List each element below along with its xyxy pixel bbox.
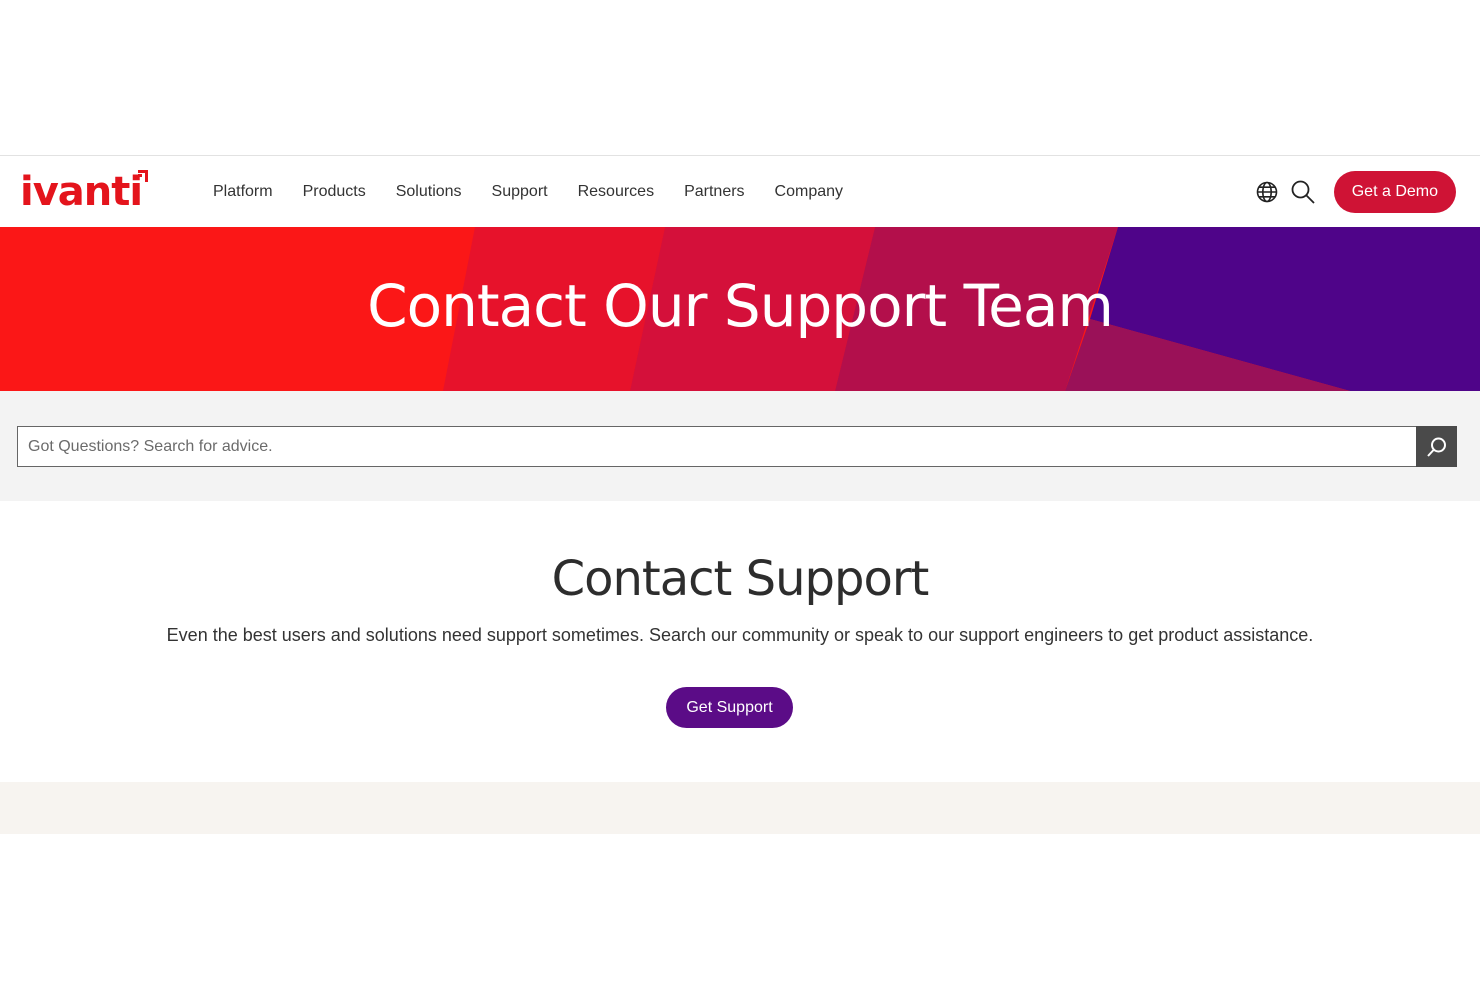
search-icon[interactable] (1290, 179, 1316, 205)
search-band (0, 391, 1480, 501)
search-box (17, 426, 1457, 467)
top-blank-area (0, 0, 1480, 155)
contact-support-section: Contact Support Even the best users and … (0, 501, 1480, 782)
contact-support-description: Even the best users and solutions need s… (166, 625, 1314, 645)
advice-search-input[interactable] (17, 426, 1416, 467)
nav-item-platform[interactable]: Platform (213, 183, 273, 201)
bottom-band (0, 782, 1480, 834)
contact-support-heading: Contact Support (551, 551, 930, 607)
nav-item-resources[interactable]: Resources (578, 183, 654, 201)
nav-item-support[interactable]: Support (492, 183, 548, 201)
search-submit-button[interactable] (1416, 426, 1457, 467)
main-nav: Platform Products Solutions Support Reso… (198, 156, 858, 228)
site-header: ivanti Platform Products Solutions Suppo… (0, 155, 1480, 227)
nav-item-solutions[interactable]: Solutions (396, 183, 462, 201)
globe-icon[interactable] (1254, 179, 1280, 205)
nav-actions: Get a Demo (1254, 156, 1456, 228)
nav-item-company[interactable]: Company (775, 183, 843, 201)
logo-mark-icon (138, 170, 149, 182)
get-a-demo-button[interactable]: Get a Demo (1333, 171, 1456, 213)
search-icon (1426, 437, 1446, 457)
logo-text: ivanti (20, 169, 143, 215)
nav-item-partners[interactable]: Partners (684, 183, 744, 201)
nav-item-products[interactable]: Products (303, 183, 366, 201)
hero-banner: Contact Our Support Team (0, 227, 1480, 391)
hero-title: Contact Our Support Team (367, 272, 1114, 340)
ivanti-logo[interactable]: ivanti (20, 168, 149, 215)
get-support-button[interactable]: Get Support (666, 687, 793, 728)
